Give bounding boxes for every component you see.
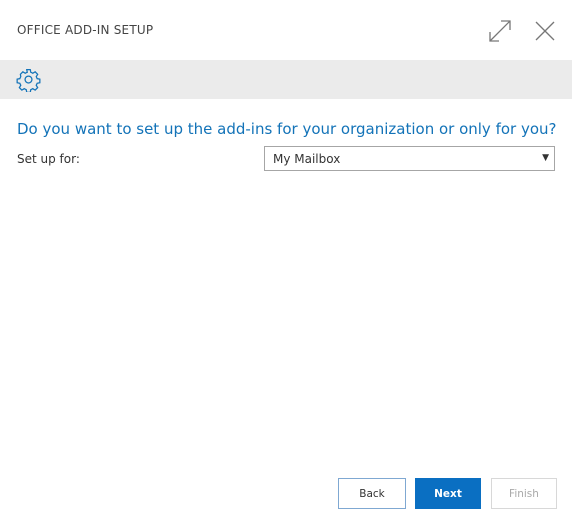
setup-question: Do you want to set up the add-ins for yo…: [17, 120, 557, 138]
back-button[interactable]: Back: [338, 478, 406, 509]
setup-for-selected-value: My Mailbox: [273, 152, 341, 166]
setup-for-select[interactable]: My Mailbox ▼: [264, 146, 555, 171]
toolbar: [0, 60, 572, 99]
close-icon[interactable]: [531, 17, 559, 45]
dialog-title: OFFICE ADD-IN SETUP: [17, 23, 154, 37]
title-bar: OFFICE ADD-IN SETUP: [0, 0, 572, 60]
chevron-down-icon: ▼: [542, 153, 549, 163]
gear-icon[interactable]: [16, 67, 41, 93]
next-button[interactable]: Next: [415, 478, 481, 509]
expand-icon[interactable]: [486, 17, 514, 45]
setup-for-label: Set up for:: [17, 152, 80, 166]
finish-button: Finish: [491, 478, 557, 509]
